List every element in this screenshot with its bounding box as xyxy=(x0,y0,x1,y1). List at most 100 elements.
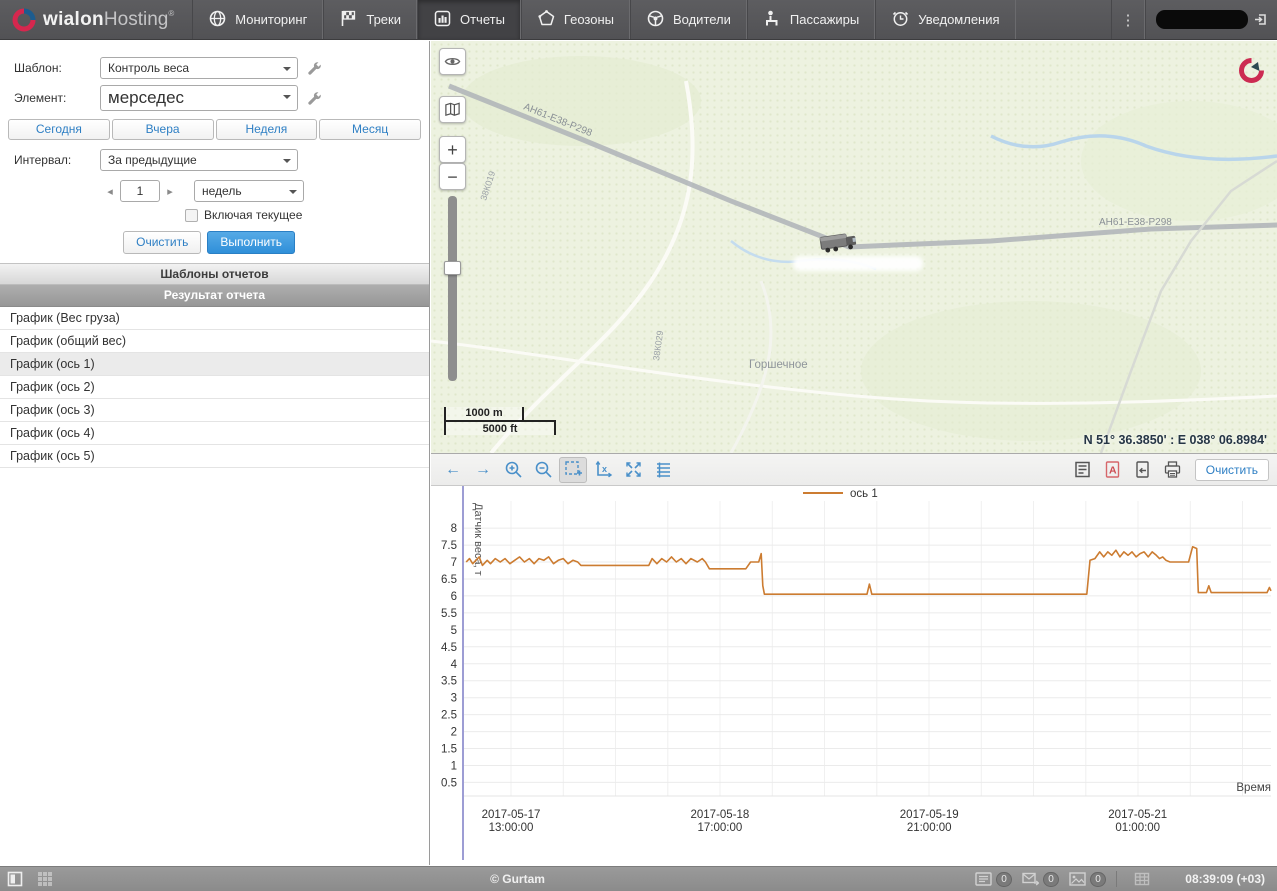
counter-badge: 0 xyxy=(996,872,1012,887)
zoom-in-icon xyxy=(504,460,523,479)
template-select[interactable]: Контроль веса xyxy=(100,57,298,79)
chart-forward-button[interactable]: → xyxy=(469,457,497,483)
template-edit-wrench-icon[interactable] xyxy=(306,60,323,77)
execute-button[interactable]: Выполнить xyxy=(207,231,295,254)
interval-label: Интервал: xyxy=(14,153,100,167)
y-tick-label: 6 xyxy=(451,591,457,603)
chart-back-button[interactable]: ← xyxy=(439,457,467,483)
count-input[interactable]: 1 xyxy=(120,180,160,202)
gurtam-map-logo[interactable] xyxy=(1238,57,1265,84)
result-item-1[interactable]: График (Вес груза) xyxy=(0,307,429,330)
clear-button[interactable]: Очистить xyxy=(123,231,201,254)
logo-text-wialon: wialon xyxy=(43,9,104,30)
tab-7[interactable]: Уведомления xyxy=(875,0,1015,39)
logo-text-hosting: Hosting xyxy=(104,9,168,30)
user-menu[interactable] xyxy=(1145,0,1277,39)
quick-range-4[interactable]: Месяц xyxy=(319,119,421,140)
svg-text:x: x xyxy=(602,464,607,474)
chart-legend-button[interactable] xyxy=(649,457,677,483)
quick-range-3[interactable]: Неделя xyxy=(216,119,318,140)
interval-select[interactable]: За предыдущие xyxy=(100,149,298,171)
map-zoom-out-button[interactable]: − xyxy=(439,163,466,190)
wialon-logo-icon xyxy=(12,8,36,32)
status-counter-2[interactable]: 0 xyxy=(1022,872,1059,887)
status-counters: 000 08:39:09 (+03) xyxy=(975,871,1277,887)
grid-apps-button[interactable] xyxy=(30,871,60,887)
unit-edit-wrench-icon[interactable] xyxy=(306,90,323,107)
y-tick-label: 0.5 xyxy=(441,777,457,789)
result-item-4[interactable]: График (ось 2) xyxy=(0,376,429,399)
flag-icon xyxy=(339,9,358,31)
result-item-2[interactable]: График (общий вес) xyxy=(0,330,429,353)
period-select[interactable]: недель xyxy=(194,180,304,202)
tab-label: Водители xyxy=(673,12,731,27)
report-result-header[interactable]: Результат отчета xyxy=(0,285,429,307)
map-zoom-in-button[interactable]: + xyxy=(439,136,466,163)
status-counter-3[interactable]: 0 xyxy=(1069,872,1106,887)
result-item-6[interactable]: График (ось 4) xyxy=(0,422,429,445)
map-layers-button[interactable] xyxy=(439,96,466,123)
unit-select[interactable]: мерседес xyxy=(100,85,298,111)
quick-range-2[interactable]: Вчера xyxy=(112,119,214,140)
y-tick-label: 3.5 xyxy=(441,676,457,688)
report-templates-header[interactable]: Шаблоны отчетов xyxy=(0,263,429,285)
map-zoom-slider-track[interactable] xyxy=(448,196,457,381)
quick-range-1[interactable]: Сегодня xyxy=(8,119,110,140)
chart-export-file-button[interactable] xyxy=(1129,457,1157,483)
count-decrement-arrow[interactable]: ◂ xyxy=(105,185,115,198)
tab-1[interactable]: Мониторинг xyxy=(192,0,323,39)
chart-marquee-zoom-button[interactable] xyxy=(559,457,587,483)
statusbar-separator xyxy=(1116,871,1117,887)
map-view[interactable]: AH61-E38-P298 AH61-E38-P298 38К019 38К02… xyxy=(431,41,1277,453)
wialon-logo[interactable]: wialonHosting® xyxy=(0,0,192,39)
table-mode-button[interactable] xyxy=(1127,871,1157,887)
map-coordinates: N 51° 36.3850' : E 038° 06.8984' xyxy=(1084,433,1267,447)
count-increment-arrow[interactable]: ▸ xyxy=(165,185,175,198)
template-label: Шаблон: xyxy=(14,61,100,75)
y-tick-label: 1 xyxy=(451,761,457,773)
quick-range-buttons: СегодняВчераНеделяМесяц xyxy=(8,119,421,140)
map-visibility-button[interactable] xyxy=(439,48,466,75)
logout-icon[interactable] xyxy=(1254,13,1267,26)
y-tick-label: 2 xyxy=(451,727,457,739)
tab-label: Уведомления xyxy=(918,12,999,27)
include-current-checkbox[interactable] xyxy=(185,209,198,222)
passenger-icon xyxy=(763,9,782,31)
result-item-7[interactable]: График (ось 5) xyxy=(0,445,429,468)
tab-4[interactable]: Геозоны xyxy=(521,0,630,39)
overflow-menu-button[interactable]: ⋮ xyxy=(1111,0,1145,39)
collapse-panel-icon xyxy=(7,871,23,887)
tab-6[interactable]: Пассажиры xyxy=(747,0,875,39)
chart-zoom-in-button[interactable] xyxy=(499,457,527,483)
y-tick-label: 4.5 xyxy=(441,642,457,654)
chart-zoom-out-button[interactable] xyxy=(529,457,557,483)
eye-icon xyxy=(444,53,461,70)
map-zoom-slider-handle[interactable] xyxy=(444,261,461,275)
media-icon xyxy=(1069,872,1086,886)
pdf-icon: A xyxy=(1103,460,1122,479)
x-tick-label: 2017-05-19 xyxy=(900,809,959,821)
status-counter-1[interactable]: 0 xyxy=(975,872,1012,887)
chart-toolbar: ← → x A Очистить xyxy=(431,454,1277,486)
chart-fit-button[interactable] xyxy=(619,457,647,483)
result-item-5[interactable]: График (ось 3) xyxy=(0,399,429,422)
chart-export-pdf-button[interactable]: A xyxy=(1099,457,1127,483)
clock-time: 08:39:09 (+03) xyxy=(1167,872,1265,886)
weight-chart[interactable]: 0.511.522.533.544.555.566.577.582017-05-… xyxy=(431,486,1277,865)
result-item-3[interactable]: График (ось 1) xyxy=(0,353,429,376)
top-navigation-bar: wialonHosting® МониторингТрекиОтчетыГеоз… xyxy=(0,0,1277,40)
chart-reset-scale-button[interactable]: x xyxy=(589,457,617,483)
globe-icon xyxy=(208,9,227,31)
tab-2[interactable]: Треки xyxy=(323,0,417,39)
counter-badge: 0 xyxy=(1090,872,1106,887)
chart-canvas[interactable]: 0.511.522.533.544.555.566.577.582017-05-… xyxy=(431,486,1277,865)
messages-icon xyxy=(975,872,992,886)
x-tick-label: 01:00:00 xyxy=(1115,822,1160,834)
tab-3[interactable]: Отчеты xyxy=(417,0,521,39)
tab-label: Пассажиры xyxy=(790,12,859,27)
collapse-panel-button[interactable] xyxy=(0,871,30,887)
chart-print-button[interactable] xyxy=(1159,457,1187,483)
chart-report-view-button[interactable] xyxy=(1069,457,1097,483)
chart-clear-button[interactable]: Очистить xyxy=(1195,459,1269,481)
tab-5[interactable]: Водители xyxy=(630,0,747,39)
